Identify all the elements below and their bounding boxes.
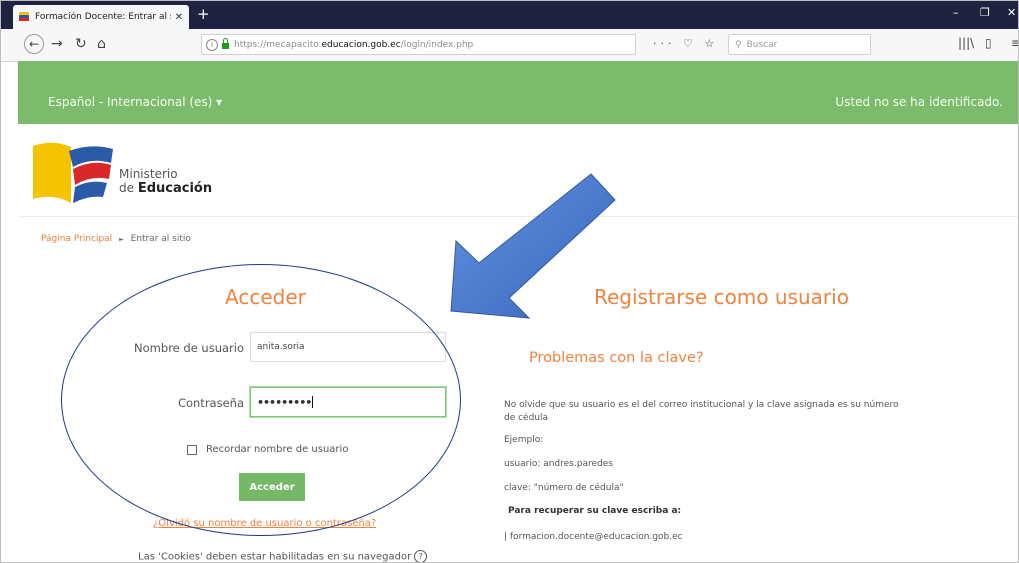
login-title: Acceder (225, 285, 306, 309)
login-button[interactable]: Acceder (239, 473, 305, 501)
example-label: Ejemplo: (504, 435, 544, 445)
login-status: Usted no se ha identificado. (835, 95, 1003, 109)
page-actions[interactable]: ··· ♡ ☆ (653, 37, 718, 50)
password-value: ••••••••• (257, 395, 312, 409)
register-title: Registrarse como usuario (594, 285, 849, 309)
back-button[interactable]: ← (24, 34, 44, 54)
username-value: anita.soria (257, 342, 305, 352)
favicon-icon (19, 12, 29, 22)
reload-button[interactable]: ↻ (75, 36, 87, 52)
example-user: usuario: andres.paredes (504, 459, 613, 469)
breadcrumb-home-link[interactable]: Página Principal (41, 234, 112, 244)
menu-icon[interactable]: ≡ (1011, 36, 1018, 50)
cookies-notice: Las 'Cookies' deben estar habilitadas en… (138, 550, 428, 563)
logo-line-1: Ministerio (119, 167, 178, 181)
logo-line-2: de Educación (119, 181, 212, 196)
library-icon[interactable]: |||\ (958, 36, 974, 50)
tab-close-icon[interactable]: ✕ (175, 12, 183, 23)
password-label: Contraseña (177, 396, 244, 410)
back-arrow-icon: ← (28, 37, 40, 51)
recover-label: Para recuperar su clave escriba a: (508, 506, 682, 516)
forward-arrow-icon: → (51, 36, 63, 52)
cookies-text: Las 'Cookies' deben estar habilitadas en… (138, 551, 412, 563)
minimize-button[interactable]: – (953, 6, 959, 19)
new-tab-button[interactable]: + (197, 5, 210, 23)
username-label: Nombre de usuario (134, 341, 244, 355)
search-icon: ⚲ (735, 39, 742, 50)
username-input[interactable]: anita.soria (250, 332, 446, 362)
example-key: clave: "número de cédula" (504, 483, 624, 493)
close-window-button[interactable]: ✕ (1007, 6, 1016, 19)
password-input[interactable]: ••••••••• (250, 387, 446, 417)
url-prefix: https://mecapacito. (234, 39, 322, 50)
help-icon[interactable]: ? (414, 550, 428, 562)
forgot-password-link[interactable]: ¿Olvidó su nombre de usuario o contraseñ… (153, 518, 376, 529)
restore-button[interactable]: ❐ (980, 6, 990, 19)
screenshot-frame: Formación Docente: Entrar al s ✕ + – ❐ ✕… (0, 0, 1019, 563)
url-bar[interactable]: i https://mecapacito. educacion.gob.ec/lo… (201, 34, 636, 55)
breadcrumb-current: Entrar al sitio (130, 234, 191, 244)
recover-email[interactable]: | formacion.docente@educacion.gob.ec (504, 531, 683, 544)
home-button[interactable]: ⌂ (97, 36, 106, 52)
logo-line-2-bold: Educación (137, 181, 213, 196)
search-bar[interactable]: ⚲ Buscar (728, 34, 871, 55)
info-line-2: de cédula (504, 413, 549, 423)
info-icon[interactable]: i (206, 38, 218, 51)
sidebar-icon[interactable]: ▯ (985, 36, 992, 50)
search-placeholder: Buscar (746, 39, 778, 50)
browser-tab-bar: Formación Docente: Entrar al s ✕ + – ❐ ✕ (1, 1, 1018, 29)
lock-icon (222, 38, 229, 49)
forward-button[interactable]: → (51, 36, 63, 52)
url-domain: educacion.gob.ec (321, 39, 401, 50)
tab-title: Formación Docente: Entrar al s (35, 12, 171, 22)
site-header: Español - Internacional (es) ▾ Usted no … (18, 61, 1018, 124)
remember-checkbox[interactable] (187, 445, 197, 455)
divider (18, 216, 1018, 217)
password-problems-title: Problemas con la clave? (529, 350, 704, 366)
language-selector[interactable]: Español - Internacional (es) ▾ (48, 95, 222, 109)
breadcrumb: Página Principal ► Entrar al sitio (41, 234, 191, 244)
url-path: /login/index.php (400, 39, 474, 50)
home-icon: ⌂ (97, 36, 106, 52)
text-caret (312, 396, 314, 408)
browser-toolbar: ← → ↻ ⌂ i https://mecapacito. educacion.g… (1, 29, 1018, 62)
ministry-name: Ministerio de Educación (119, 167, 212, 196)
reload-icon: ↻ (75, 36, 87, 52)
breadcrumb-separator: ► (119, 236, 124, 243)
browser-tab[interactable]: Formación Docente: Entrar al s ✕ (13, 5, 189, 29)
info-line-1: No olvide que su usuario es el del corre… (504, 400, 899, 410)
remember-label[interactable]: Recordar nombre de usuario (206, 444, 348, 455)
logo-line-2-pre: de (119, 181, 138, 195)
